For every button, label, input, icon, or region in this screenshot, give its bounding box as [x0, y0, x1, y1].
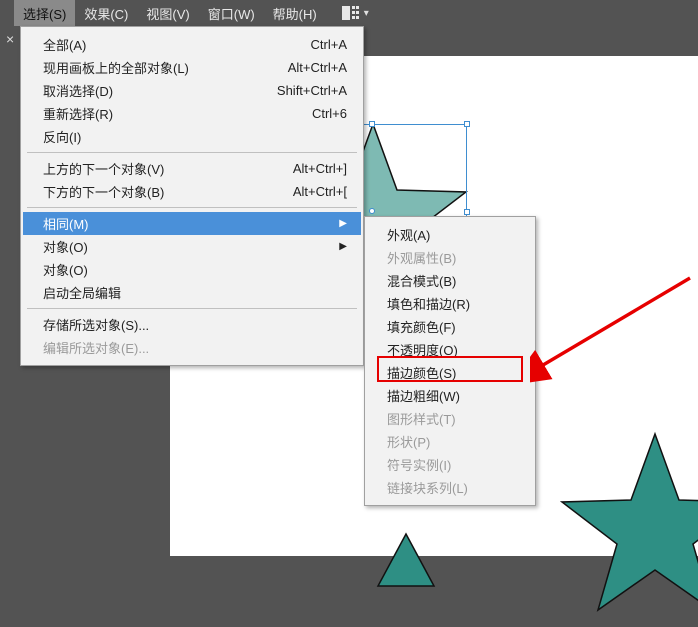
tab-close-icon[interactable]: × [6, 32, 14, 46]
submenu-item-symbol-instance: 符号实例(I) [367, 453, 533, 476]
menu-item-label: 符号实例(I) [387, 455, 451, 474]
menubar: 选择(S) 效果(C) 视图(V) 窗口(W) 帮助(H) [0, 0, 698, 26]
menu-item-label: 上方的下一个对象(V) [43, 159, 164, 178]
submenu-item-fill-stroke[interactable]: 填色和描边(R) [367, 292, 533, 315]
menu-item-label: 现用画板上的全部对象(L) [43, 58, 189, 77]
selection-handle[interactable] [464, 209, 470, 215]
menu-item-label: 对象(O) [43, 237, 88, 256]
menu-item-shortcut: Alt+Ctrl+] [293, 161, 347, 176]
menu-select[interactable]: 选择(S) [14, 0, 75, 27]
menu-separator [27, 152, 357, 153]
menu-item-label: 图形样式(T) [387, 409, 456, 428]
selection-handle[interactable] [464, 121, 470, 127]
menu-item-label: 全部(A) [43, 35, 86, 54]
menu-item-edit-selection: 编辑所选对象(E)... [23, 336, 361, 359]
menu-help[interactable]: 帮助(H) [264, 0, 326, 27]
menu-item-object-submenu[interactable]: 对象(O) ▶ [23, 235, 361, 258]
submenu-item-shape: 形状(P) [367, 430, 533, 453]
menu-item-select-all[interactable]: 全部(A) Ctrl+A [23, 33, 361, 56]
menu-item-save-selection[interactable]: 存储所选对象(S)... [23, 313, 361, 336]
menu-item-select-all-on-artboard[interactable]: 现用画板上的全部对象(L) Alt+Ctrl+A [23, 56, 361, 79]
menu-item-next-below[interactable]: 下方的下一个对象(B) Alt+Ctrl+[ [23, 180, 361, 203]
selection-center-handle[interactable] [369, 208, 375, 214]
star-shape-2[interactable] [552, 428, 698, 627]
select-menu-dropdown: 全部(A) Ctrl+A 现用画板上的全部对象(L) Alt+Ctrl+A 取消… [20, 26, 364, 366]
submenu-item-appearance-attr: 外观属性(B) [367, 246, 533, 269]
menu-item-label: 形状(P) [387, 432, 430, 451]
menu-view[interactable]: 视图(V) [137, 0, 198, 27]
menu-item-label: 描边颜色(S) [387, 363, 456, 382]
menu-item-label: 外观属性(B) [387, 248, 456, 267]
menu-item-same[interactable]: 相同(M) ▶ [23, 212, 361, 235]
menu-item-label: 填色和描边(R) [387, 294, 470, 313]
menu-item-deselect[interactable]: 取消选择(D) Shift+Ctrl+A [23, 79, 361, 102]
same-submenu: 外观(A) 外观属性(B) 混合模式(B) 填色和描边(R) 填充颜色(F) 不… [364, 216, 536, 506]
menu-effect[interactable]: 效果(C) [75, 0, 137, 27]
menu-item-shortcut: Shift+Ctrl+A [277, 83, 347, 98]
menu-item-start-global-edit[interactable]: 启动全局编辑 [23, 281, 361, 304]
menu-item-label: 对象(O) [43, 260, 88, 279]
menu-item-label: 反向(I) [43, 127, 81, 146]
menu-item-label: 重新选择(R) [43, 104, 113, 123]
menu-separator [27, 308, 357, 309]
submenu-item-stroke-weight[interactable]: 描边粗细(W) [367, 384, 533, 407]
menu-item-label: 填充颜色(F) [387, 317, 456, 336]
menu-item-label: 存储所选对象(S)... [43, 315, 149, 334]
submenu-arrow-icon: ▶ [339, 241, 347, 252]
submenu-item-fill-color[interactable]: 填充颜色(F) [367, 315, 533, 338]
menu-item-label: 启动全局编辑 [43, 283, 121, 302]
menu-window[interactable]: 窗口(W) [199, 0, 264, 27]
menu-item-shortcut: Ctrl+A [311, 37, 347, 52]
menu-item-label: 描边粗细(W) [387, 386, 460, 405]
menu-item-shortcut: Alt+Ctrl+A [288, 60, 347, 75]
menu-item-label: 不透明度(O) [387, 340, 458, 359]
menu-item-shortcut: Ctrl+6 [312, 106, 347, 121]
selection-handle[interactable] [369, 121, 375, 127]
menu-item-inverse[interactable]: 反向(I) [23, 125, 361, 148]
menu-item-label: 取消选择(D) [43, 81, 113, 100]
menu-item-label: 编辑所选对象(E)... [43, 338, 149, 357]
triangle-shape[interactable] [376, 532, 436, 591]
menu-item-label: 下方的下一个对象(B) [43, 182, 164, 201]
menu-item-label: 相同(M) [43, 214, 89, 233]
menu-separator [27, 207, 357, 208]
submenu-item-link-block: 链接块系列(L) [367, 476, 533, 499]
menu-item-label: 外观(A) [387, 225, 430, 244]
menu-item-reselect[interactable]: 重新选择(R) Ctrl+6 [23, 102, 361, 125]
submenu-item-graphic-style: 图形样式(T) [367, 407, 533, 430]
submenu-item-stroke-color[interactable]: 描边颜色(S) [367, 361, 533, 384]
submenu-item-appearance[interactable]: 外观(A) [367, 223, 533, 246]
submenu-item-opacity[interactable]: 不透明度(O) [367, 338, 533, 361]
menu-item-object[interactable]: 对象(O) [23, 258, 361, 281]
menu-item-label: 混合模式(B) [387, 271, 456, 290]
menu-item-label: 链接块系列(L) [387, 478, 468, 497]
menu-item-shortcut: Alt+Ctrl+[ [293, 184, 347, 199]
submenu-item-blend-mode[interactable]: 混合模式(B) [367, 269, 533, 292]
view-mode-icon[interactable] [342, 6, 369, 20]
submenu-arrow-icon: ▶ [339, 218, 347, 229]
menu-item-next-above[interactable]: 上方的下一个对象(V) Alt+Ctrl+] [23, 157, 361, 180]
